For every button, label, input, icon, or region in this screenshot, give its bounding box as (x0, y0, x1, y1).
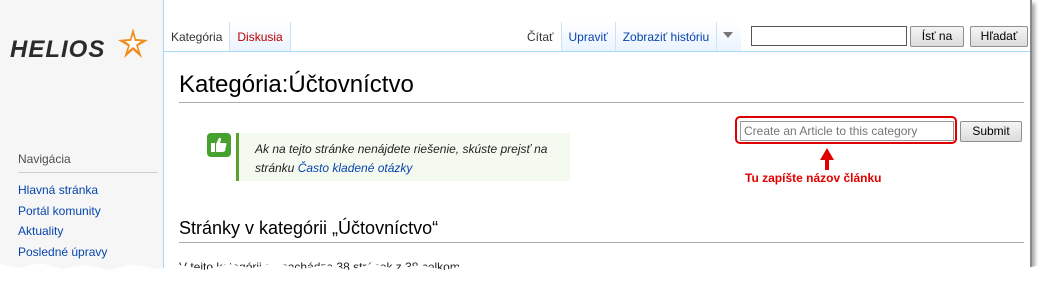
submit-button[interactable]: Submit (960, 121, 1022, 142)
nav-divider (18, 172, 158, 173)
annotation-text: Tu zapíšte názov článku (745, 171, 882, 185)
more-actions-dropdown[interactable] (717, 22, 742, 51)
search-input[interactable] (751, 26, 907, 46)
sidebar: HELIOS Navigácia Hlavná stránka Portál k… (0, 0, 164, 270)
tab-read[interactable]: Čítať (520, 22, 562, 51)
tab-discussion[interactable]: Diskusia (230, 22, 291, 51)
namespace-tabs: Kategória Diskusia (164, 22, 291, 51)
nav-item-community-portal[interactable]: Portál komunity (18, 204, 107, 225)
page-title: Kategória:Účtovníctvo (179, 71, 414, 98)
nav-heading: Navigácia (18, 152, 71, 166)
chevron-down-icon (723, 32, 734, 38)
browser-page: HELIOS Navigácia Hlavná stránka Portál k… (0, 0, 1032, 272)
thumbs-up-icon (207, 133, 231, 157)
nav-item-main-page[interactable]: Hlavná stránka (18, 183, 107, 204)
nav-list: Hlavná stránka Portál komunity Aktuality… (18, 183, 107, 265)
logo-star-icon (118, 28, 148, 58)
annotation-arrow-icon (820, 148, 834, 170)
nav-item-current-events[interactable]: Aktuality (18, 224, 107, 245)
tab-category[interactable]: Kategória (164, 22, 231, 51)
annotation-highlight-box (735, 116, 957, 144)
title-divider (179, 102, 1024, 103)
notice-text: Ak na tejto stránke nenájdete riešenie, … (255, 140, 567, 178)
go-button[interactable]: Ísť na (910, 26, 964, 47)
view-tabs: Čítať Upraviť Zobraziť históriu (520, 22, 742, 51)
helios-logo[interactable]: HELIOS (10, 28, 150, 68)
faq-link[interactable]: Často kladené otázky (298, 161, 413, 175)
tab-edit[interactable]: Upraviť (561, 22, 616, 51)
section-heading: Stránky v kategórii „Účtovníctvo“ (179, 218, 439, 238)
notice-box: Ak na tejto stránke nenájdete riešenie, … (236, 133, 570, 181)
tab-view-history[interactable]: Zobraziť históriu (615, 22, 718, 51)
torn-edge-decoration (0, 263, 1042, 282)
search-button[interactable]: Hľadať (970, 26, 1028, 47)
content-border (164, 51, 1030, 52)
logo-text: HELIOS (10, 36, 106, 63)
section-divider (179, 242, 1024, 243)
